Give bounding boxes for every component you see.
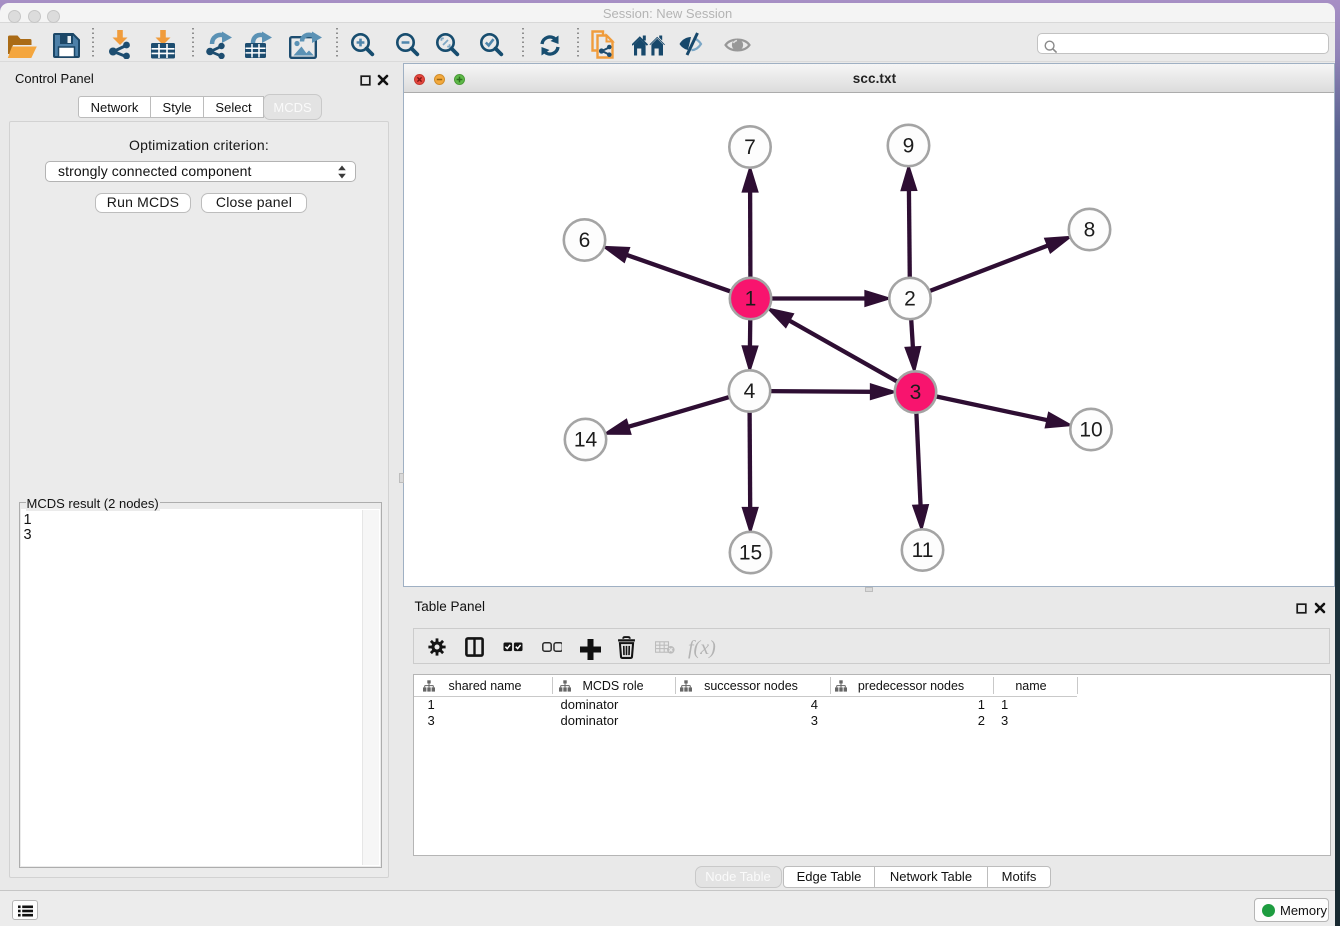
svg-text:4: 4 — [744, 380, 756, 403]
svg-text:14: 14 — [574, 429, 598, 452]
svg-text:8: 8 — [1084, 219, 1096, 242]
svg-text:15: 15 — [739, 542, 762, 565]
svg-text:1: 1 — [745, 288, 757, 311]
svg-text:11: 11 — [912, 539, 934, 562]
svg-text:7: 7 — [744, 136, 756, 159]
svg-text:9: 9 — [903, 135, 915, 158]
svg-text:6: 6 — [579, 229, 591, 252]
svg-text:3: 3 — [910, 381, 922, 404]
svg-text:10: 10 — [1079, 419, 1102, 442]
svg-text:2: 2 — [904, 288, 916, 311]
